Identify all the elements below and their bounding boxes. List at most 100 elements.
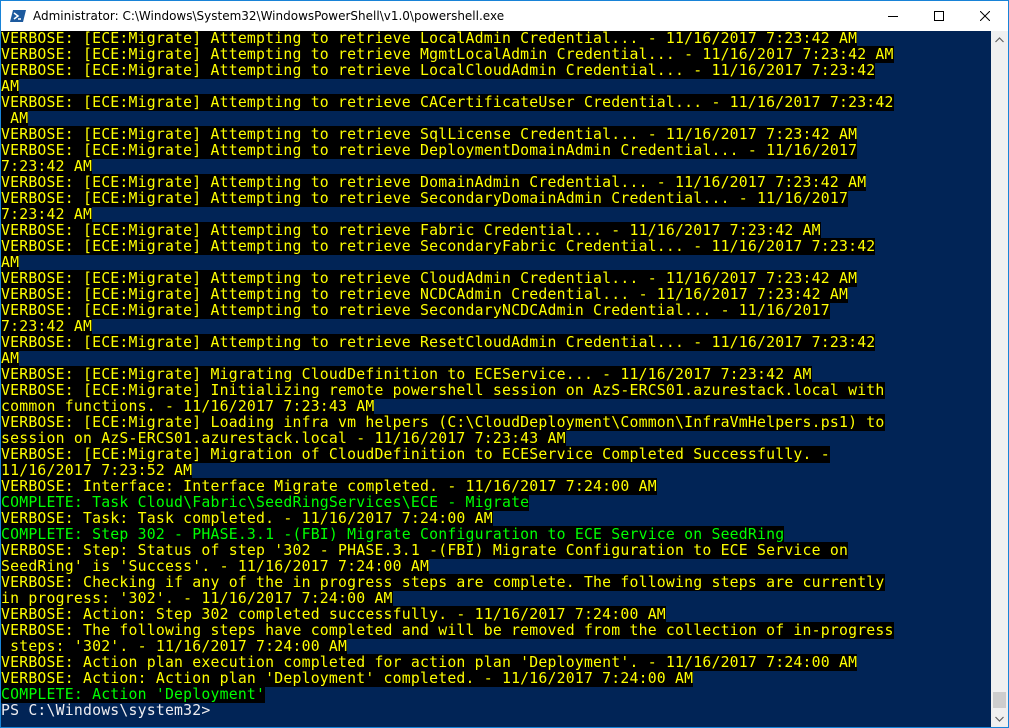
console-line-text: VERBOSE: [ECE:Migrate] Attempting to ret…	[1, 174, 867, 191]
console-line-text: VERBOSE: Step: Status of step '302 - PHA…	[1, 542, 849, 559]
maximize-button[interactable]	[916, 1, 962, 31]
window-title: Administrator: C:\Windows\System32\Windo…	[33, 9, 505, 23]
console-line-text: VERBOSE: Action plan execution completed…	[1, 654, 858, 671]
verbose-line: VERBOSE: [ECE:Migrate] Attempting to ret…	[1, 302, 991, 319]
verbose-line: VERBOSE: [ECE:Migrate] Attempting to ret…	[1, 126, 991, 143]
complete-line: COMPLETE: Task Cloud\Fabric\SeedRingServ…	[1, 494, 991, 511]
verbose-line: session on AzS-ERCS01.azurestack.local -…	[1, 430, 991, 447]
console-line-text: VERBOSE: The following steps have comple…	[1, 622, 894, 639]
verbose-line: SeedRing' is 'Success'. - 11/16/2017 7:2…	[1, 558, 991, 575]
console-line-text: VERBOSE: [ECE:Migrate] Attempting to ret…	[1, 302, 830, 319]
verbose-line: VERBOSE: [ECE:Migrate] Attempting to ret…	[1, 62, 991, 79]
console-line-text: VERBOSE: [ECE:Migrate] Attempting to ret…	[1, 94, 894, 111]
console-line-text: in progress: '302'. - 11/16/2017 7:24:00…	[1, 590, 393, 607]
verbose-line: VERBOSE: Task: Task completed. - 11/16/2…	[1, 510, 991, 527]
verbose-line: AM	[1, 78, 991, 95]
verbose-line: VERBOSE: [ECE:Migrate] Attempting to ret…	[1, 94, 991, 111]
console-line-text: COMPLETE: Task Cloud\Fabric\SeedRingServ…	[1, 494, 530, 511]
verbose-line: VERBOSE: Action plan execution completed…	[1, 654, 991, 671]
verbose-line: VERBOSE: [ECE:Migrate] Migrating CloudDe…	[1, 366, 991, 383]
prompt-text: PS C:\Windows\system32>	[1, 702, 220, 719]
console-line-text: VERBOSE: [ECE:Migrate] Attempting to ret…	[1, 142, 858, 159]
complete-line: COMPLETE: Action 'Deployment'	[1, 686, 991, 703]
console-line-text: VERBOSE: [ECE:Migrate] Attempting to ret…	[1, 222, 821, 239]
verbose-line: AM	[1, 110, 991, 127]
console-line-text: VERBOSE: [ECE:Migrate] Attempting to ret…	[1, 238, 876, 255]
verbose-line: VERBOSE: [ECE:Migrate] Attempting to ret…	[1, 174, 991, 191]
minimize-icon	[888, 16, 898, 17]
console-line-text: common functions. - 11/16/2017 7:23:43 A…	[1, 398, 375, 415]
console-line-text: AM	[1, 350, 20, 367]
verbose-line: VERBOSE: [ECE:Migrate] Attempting to ret…	[1, 46, 991, 63]
console-line-text: 11/16/2017 7:23:52 AM	[1, 462, 193, 479]
console-output[interactable]: VERBOSE: [ECE:Migrate] Attempting to ret…	[1, 31, 991, 727]
console-line-text: 7:23:42 AM	[1, 158, 93, 175]
verbose-line: VERBOSE: Action: Step 302 completed succ…	[1, 606, 991, 623]
scroll-down-arrow-icon	[995, 716, 1004, 722]
console-line-text: AM	[1, 110, 29, 127]
window-controls	[870, 1, 1008, 31]
scroll-up-arrow-icon	[995, 36, 1004, 42]
verbose-line: VERBOSE: [ECE:Migrate] Attempting to ret…	[1, 190, 991, 207]
verbose-line: 11/16/2017 7:23:52 AM	[1, 462, 991, 479]
console-line-text: COMPLETE: Action 'Deployment'	[1, 686, 266, 703]
verbose-line: VERBOSE: Checking if any of the in progr…	[1, 574, 991, 591]
console-line-text: VERBOSE: Checking if any of the in progr…	[1, 574, 885, 591]
console-line-text: VERBOSE: [ECE:Migrate] Migrating CloudDe…	[1, 366, 812, 383]
verbose-line: VERBOSE: [ECE:Migrate] Attempting to ret…	[1, 270, 991, 287]
console-line-text: 7:23:42 AM	[1, 318, 93, 335]
console-line-text: VERBOSE: Interface: Interface Migrate co…	[1, 478, 657, 495]
verbose-line: 7:23:42 AM	[1, 206, 991, 223]
prompt-line[interactable]: PS C:\Windows\system32>	[1, 703, 991, 719]
console-line-text: COMPLETE: Step 302 - PHASE.3.1 -(FBI) Mi…	[1, 526, 785, 543]
console-line-text: 7:23:42 AM	[1, 206, 93, 223]
console-line-text: VERBOSE: [ECE:Migrate] Attempting to ret…	[1, 270, 858, 287]
maximize-icon	[934, 11, 944, 21]
verbose-line: in progress: '302'. - 11/16/2017 7:24:00…	[1, 590, 991, 607]
close-button[interactable]	[962, 1, 1008, 31]
title-bar[interactable]: Administrator: C:\Windows\System32\Windo…	[1, 1, 1008, 31]
console-line-text: VERBOSE: [ECE:Migrate] Initializing remo…	[1, 382, 885, 399]
scroll-down-button[interactable]	[991, 710, 1008, 727]
verbose-line: 7:23:42 AM	[1, 158, 991, 175]
console-line-text: AM	[1, 78, 20, 95]
close-icon	[980, 11, 990, 21]
verbose-line: steps: '302'. - 11/16/2017 7:24:00 AM	[1, 638, 991, 655]
verbose-line: VERBOSE: [ECE:Migrate] Attempting to ret…	[1, 238, 991, 255]
console-line-text: session on AzS-ERCS01.azurestack.local -…	[1, 430, 566, 447]
vertical-scrollbar[interactable]	[991, 31, 1008, 727]
verbose-line: VERBOSE: [ECE:Migrate] Loading infra vm …	[1, 414, 991, 431]
text-cursor	[222, 714, 231, 717]
console-line-text: VERBOSE: [ECE:Migrate] Migration of Clou…	[1, 446, 830, 463]
minimize-button[interactable]	[870, 1, 916, 31]
verbose-line: VERBOSE: [ECE:Migrate] Migration of Clou…	[1, 446, 991, 463]
verbose-line: common functions. - 11/16/2017 7:23:43 A…	[1, 398, 991, 415]
console-line-text: VERBOSE: [ECE:Migrate] Attempting to ret…	[1, 190, 849, 207]
console-line-text: VERBOSE: [ECE:Migrate] Attempting to ret…	[1, 286, 849, 303]
console-line-text: VERBOSE: [ECE:Migrate] Attempting to ret…	[1, 62, 876, 79]
console-line-text: VERBOSE: [ECE:Migrate] Attempting to ret…	[1, 31, 858, 47]
console-line-text: VERBOSE: Action: Step 302 completed succ…	[1, 606, 666, 623]
verbose-line: 7:23:42 AM	[1, 318, 991, 335]
verbose-line: AM	[1, 254, 991, 271]
verbose-line: VERBOSE: Step: Status of step '302 - PHA…	[1, 542, 991, 559]
verbose-line: VERBOSE: [ECE:Migrate] Attempting to ret…	[1, 334, 991, 351]
console-line-text: SeedRing' is 'Success'. - 11/16/2017 7:2…	[1, 558, 430, 575]
verbose-line: VERBOSE: [ECE:Migrate] Attempting to ret…	[1, 222, 991, 239]
console-line-text: AM	[1, 254, 20, 271]
scrollbar-thumb[interactable]	[993, 692, 1006, 708]
console-line-text: VERBOSE: [ECE:Migrate] Attempting to ret…	[1, 46, 894, 63]
console-line-text: VERBOSE: [ECE:Migrate] Loading infra vm …	[1, 414, 885, 431]
verbose-line: VERBOSE: [ECE:Migrate] Attempting to ret…	[1, 142, 991, 159]
console-line-text: VERBOSE: [ECE:Migrate] Attempting to ret…	[1, 126, 858, 143]
verbose-line: VERBOSE: [ECE:Migrate] Attempting to ret…	[1, 31, 991, 47]
verbose-line: VERBOSE: The following steps have comple…	[1, 622, 991, 639]
powershell-icon[interactable]	[10, 8, 26, 24]
console-line-text: VERBOSE: Task: Task completed. - 11/16/2…	[1, 510, 493, 527]
complete-line: COMPLETE: Step 302 - PHASE.3.1 -(FBI) Mi…	[1, 526, 991, 543]
verbose-line: AM	[1, 350, 991, 367]
scroll-up-button[interactable]	[991, 31, 1008, 48]
console-line-text: VERBOSE: [ECE:Migrate] Attempting to ret…	[1, 334, 876, 351]
verbose-line: VERBOSE: Action: Action plan 'Deployment…	[1, 670, 991, 687]
verbose-line: VERBOSE: [ECE:Migrate] Attempting to ret…	[1, 286, 991, 303]
